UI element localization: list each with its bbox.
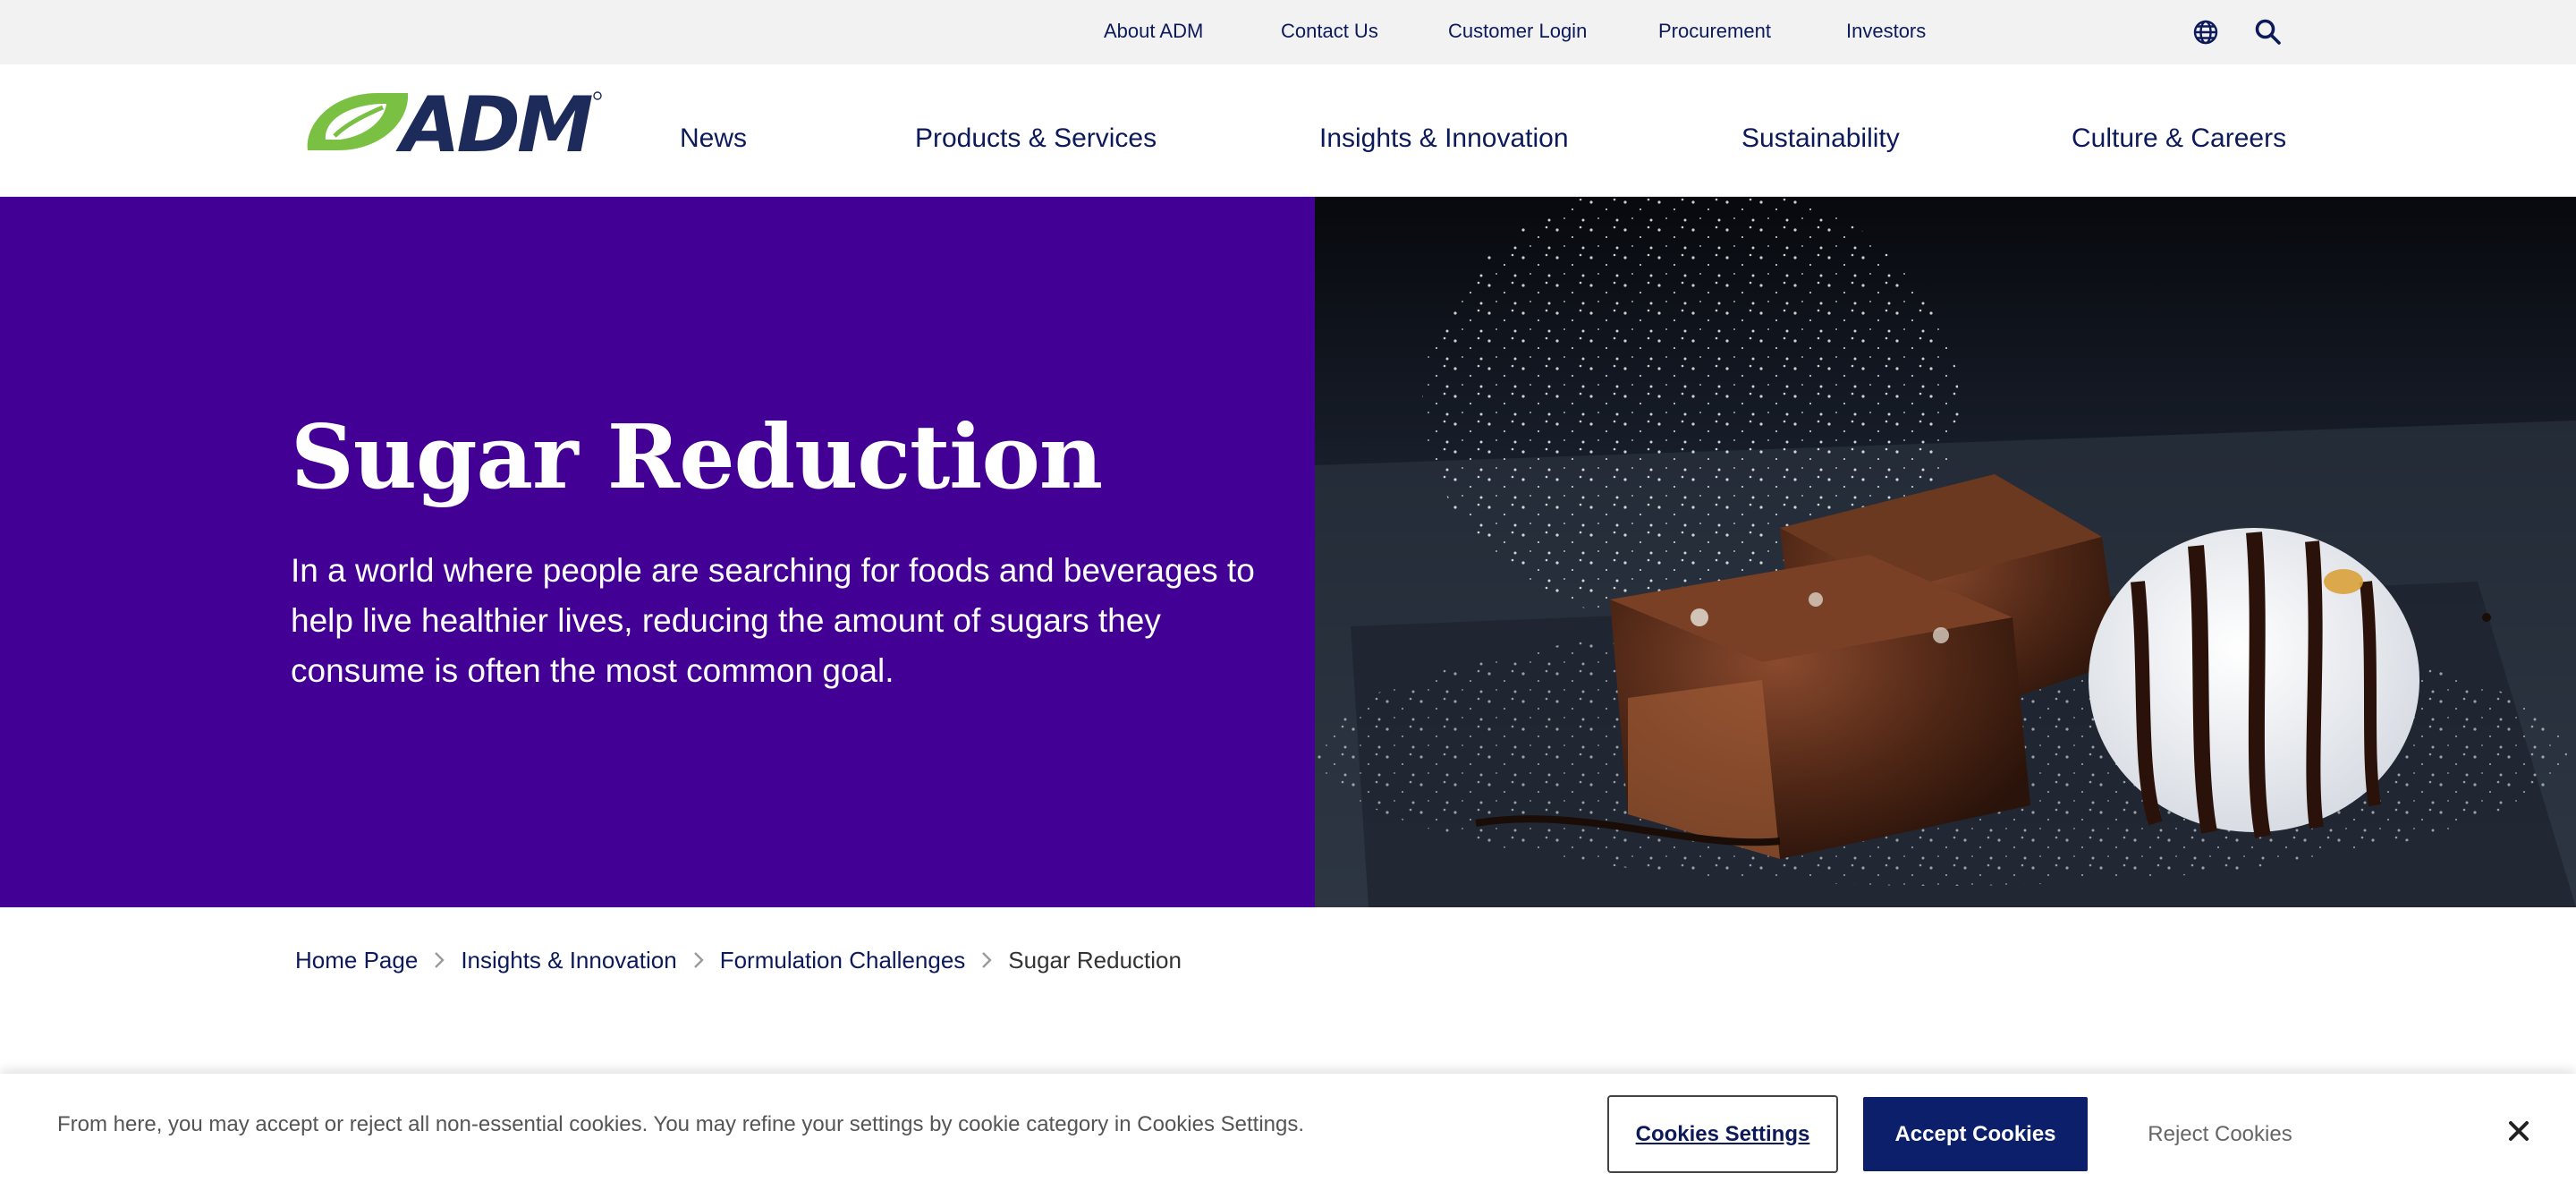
chevron-right-icon — [693, 951, 704, 969]
nav-culture-careers[interactable]: Culture & Careers — [2072, 123, 2286, 154]
utility-link-procurement[interactable]: Procurement — [1658, 20, 1771, 43]
cookie-banner: From here, you may accept or reject all … — [0, 1074, 2576, 1199]
breadcrumb-current: Sugar Reduction — [1008, 946, 1182, 974]
reject-cookies-button[interactable]: Reject Cookies — [2113, 1097, 2327, 1171]
search-icon[interactable] — [2252, 16, 2284, 48]
main-header: ADM News Products & Services Insights & … — [0, 64, 2576, 197]
close-icon[interactable] — [2501, 1113, 2537, 1149]
utility-link-about[interactable]: About ADM — [1104, 20, 1203, 43]
nav-sustainability[interactable]: Sustainability — [1741, 123, 1900, 154]
hero-section: Sugar Reduction In a world where people … — [0, 197, 2576, 907]
cookie-message: From here, you may accept or reject all … — [57, 1112, 1305, 1136]
breadcrumb: Home Page Insights & Innovation Formulat… — [295, 945, 1182, 975]
breadcrumb-formulation-challenges[interactable]: Formulation Challenges — [720, 947, 966, 974]
utility-link-investors[interactable]: Investors — [1846, 20, 1926, 43]
breadcrumb-insights-innovation[interactable]: Insights & Innovation — [461, 947, 676, 974]
hero-description: In a world where people are searching fo… — [291, 552, 1255, 689]
globe-icon[interactable] — [2190, 16, 2222, 48]
nav-news[interactable]: News — [680, 123, 747, 154]
chevron-right-icon — [981, 951, 992, 969]
logo-text: ADM — [395, 89, 592, 161]
nav-products-services[interactable]: Products & Services — [915, 123, 1157, 154]
nav-insights-innovation[interactable]: Insights & Innovation — [1319, 123, 1569, 154]
adm-logo[interactable]: ADM — [295, 81, 604, 170]
utility-bar: About ADM Contact Us Customer Login Proc… — [0, 0, 2576, 64]
cookies-settings-button[interactable]: Cookies Settings — [1607, 1095, 1838, 1173]
chevron-right-icon — [434, 951, 445, 969]
accept-cookies-button[interactable]: Accept Cookies — [1863, 1097, 2088, 1171]
utility-link-customer-login[interactable]: Customer Login — [1448, 20, 1587, 43]
hero-text-panel: Sugar Reduction In a world where people … — [0, 197, 1315, 907]
utility-link-contact[interactable]: Contact Us — [1281, 20, 1378, 43]
hero-title: Sugar Reduction — [291, 406, 1103, 509]
hero-image — [1315, 197, 2576, 907]
breadcrumb-home[interactable]: Home Page — [295, 947, 418, 974]
